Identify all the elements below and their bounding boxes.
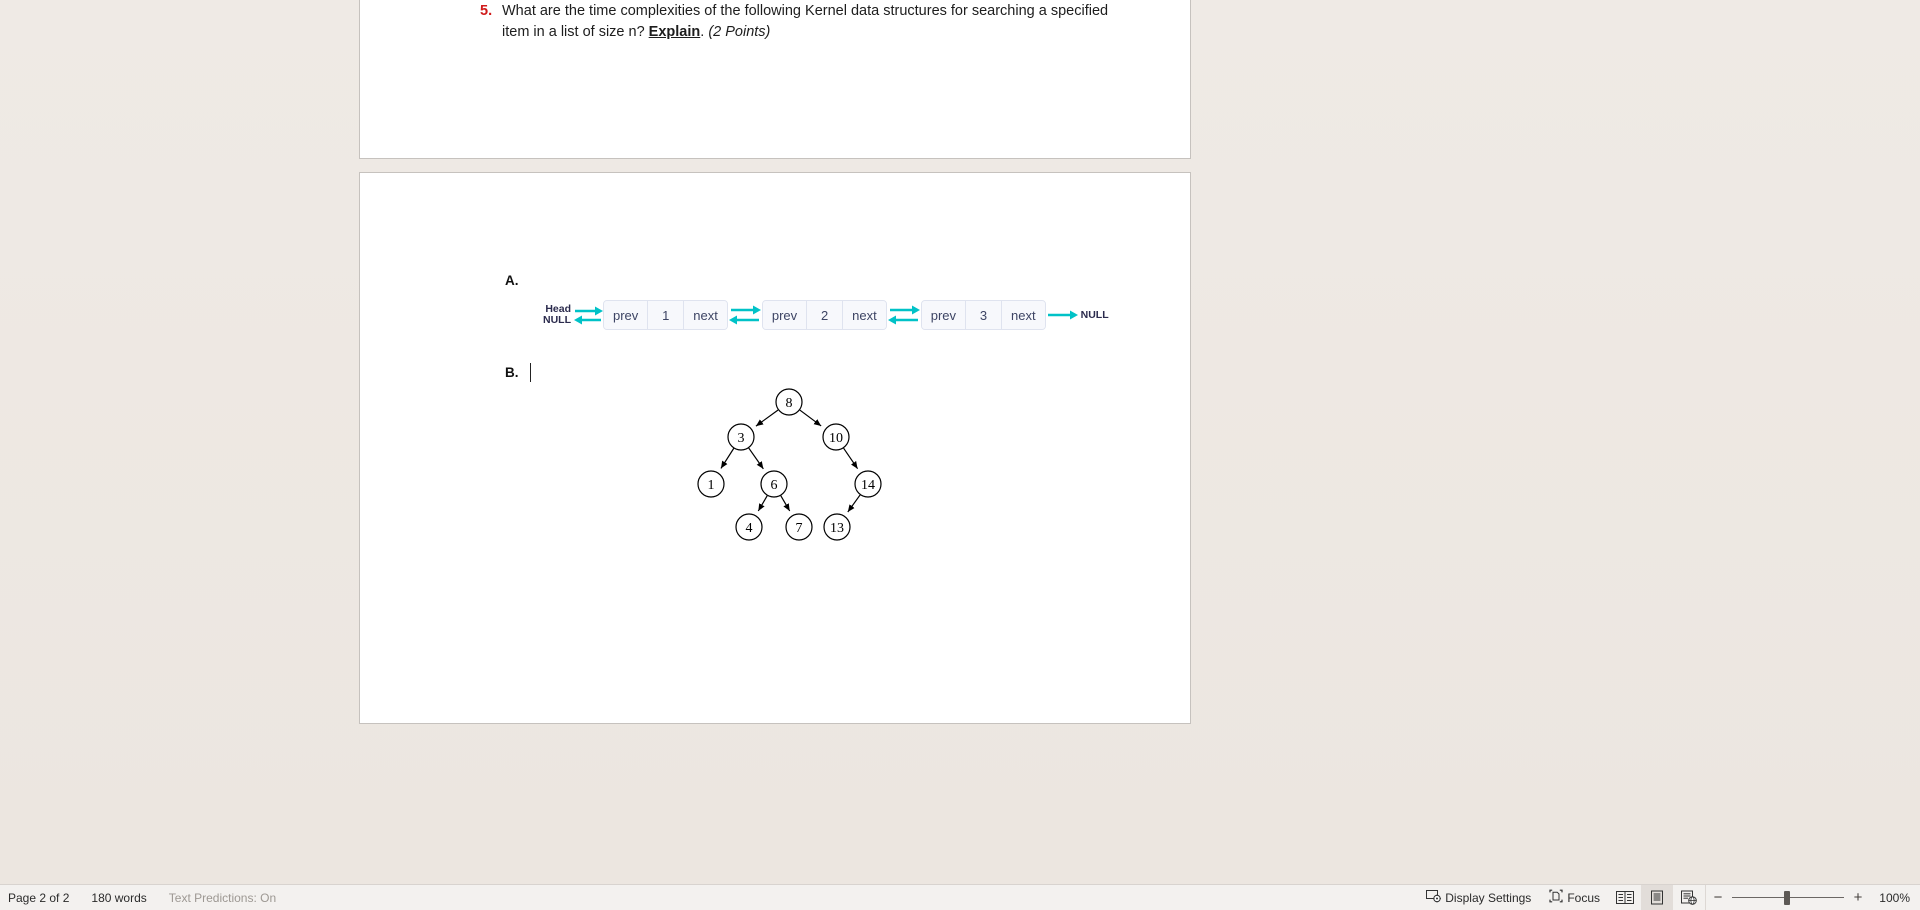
- tree-node-1: 1: [697, 470, 725, 498]
- part-a-label: A.: [505, 273, 519, 288]
- tree-node-label-14: 14: [861, 478, 875, 493]
- node-2-value: 2: [807, 301, 844, 329]
- status-bar-right: Display Settings Focus − + 100%: [1417, 884, 1920, 910]
- question-text: What are the time complexities of the fo…: [502, 1, 1120, 43]
- tree-edge-8-3: [755, 409, 779, 427]
- list-node-3: prev 3 next: [920, 300, 1046, 330]
- zoom-slider[interactable]: [1732, 890, 1844, 905]
- tree-edge-3-1: [720, 448, 735, 469]
- tail-arrow-icon: [1046, 300, 1080, 330]
- tree-node-label-8: 8: [786, 396, 793, 411]
- word-count[interactable]: 180 words: [91, 891, 146, 905]
- tree-edge-14-13: [847, 494, 861, 513]
- part-b-label: B.: [505, 365, 519, 380]
- tree-node-6: 6: [760, 470, 788, 498]
- tree-node-label-4: 4: [746, 521, 753, 536]
- list-node-2: prev 2 next: [761, 300, 887, 330]
- tree-node-4: 4: [735, 513, 763, 541]
- display-settings-button[interactable]: Display Settings: [1417, 885, 1540, 910]
- tree-node-label-6: 6: [771, 478, 778, 493]
- question-line-2-pre: item in a list of size n?: [502, 24, 649, 40]
- doubly-linked-list-diagram: Head NULL prev 1 next prev 2 next prev 3…: [543, 299, 1109, 331]
- node-3-value: 3: [966, 301, 1003, 329]
- tree-edge-6-4: [757, 495, 768, 512]
- linked-list-head-label: Head NULL: [543, 303, 571, 327]
- link-arrows-2-3-icon: [887, 300, 921, 330]
- read-mode-icon: [1616, 891, 1634, 904]
- binary-tree-svg: 8 3 10 1 6 14 4 7 13: [697, 388, 882, 541]
- page-indicator[interactable]: Page 2 of 2: [8, 891, 69, 905]
- text-cursor: [530, 363, 531, 382]
- points-annotation: (2 Points): [708, 24, 771, 40]
- tree-node-3: 3: [727, 423, 755, 451]
- print-layout-icon: [1651, 890, 1663, 905]
- tree-edge-3-6: [748, 447, 764, 470]
- binary-search-tree-diagram: 8 3 10 1 6 14 4 7 13: [688, 381, 908, 551]
- status-bar-left: Page 2 of 2 180 words Text Predictions: …: [0, 891, 298, 905]
- node-3-next: next: [1002, 301, 1045, 329]
- node-2-next: next: [843, 301, 886, 329]
- display-settings-label: Display Settings: [1445, 890, 1532, 905]
- explain-emphasis: Explain: [648, 24, 701, 40]
- print-layout-button[interactable]: [1641, 884, 1673, 910]
- linked-list-tail-null: NULL: [1080, 309, 1109, 321]
- tree-edge-8-10: [799, 409, 822, 427]
- zoom-slider-thumb[interactable]: [1784, 890, 1790, 905]
- tree-node-8: 8: [775, 388, 803, 416]
- tree-node-7: 7: [785, 513, 813, 541]
- head-label-line-2: NULL: [543, 314, 571, 326]
- tree-node-13: 13: [823, 513, 851, 541]
- head-arrows-icon: [573, 300, 603, 330]
- tree-node-label-7: 7: [796, 521, 803, 536]
- document-canvas[interactable]: 5. What are the time complexities of the…: [0, 0, 1920, 884]
- web-layout-button[interactable]: [1673, 885, 1705, 910]
- question-5-block: 5. What are the time complexities of the…: [480, 1, 1120, 43]
- tree-node-10: 10: [822, 423, 850, 451]
- node-2-prev: prev: [762, 301, 808, 329]
- question-line-1: What are the time complexities of the fo…: [502, 3, 1109, 19]
- zoom-in-button[interactable]: +: [1852, 890, 1864, 905]
- focus-icon: [1549, 889, 1563, 906]
- text-predictions-status[interactable]: Text Predictions: On: [169, 891, 276, 905]
- tree-node-label-10: 10: [829, 431, 843, 446]
- zoom-out-button[interactable]: −: [1712, 890, 1724, 905]
- status-bar[interactable]: Page 2 of 2 180 words Text Predictions: …: [0, 884, 1920, 910]
- question-number: 5.: [480, 3, 493, 19]
- tree-node-14: 14: [854, 470, 882, 498]
- question-5-row: 5. What are the time complexities of the…: [480, 1, 1120, 43]
- zoom-level-label[interactable]: 100%: [1872, 891, 1910, 905]
- tree-edge-6-7: [780, 495, 791, 512]
- tree-edge-10-14: [843, 447, 859, 470]
- document-page-1[interactable]: 5. What are the time complexities of the…: [359, 0, 1191, 159]
- node-3-prev: prev: [921, 301, 967, 329]
- tree-node-label-1: 1: [708, 478, 715, 493]
- web-layout-icon: [1681, 890, 1697, 905]
- node-1-prev: prev: [604, 301, 649, 329]
- link-arrows-1-2-icon: [728, 300, 762, 330]
- display-settings-icon: [1426, 889, 1442, 906]
- node-1-next: next: [684, 301, 727, 329]
- list-node-1: prev 1 next: [603, 300, 728, 330]
- tree-node-label-13: 13: [830, 521, 844, 536]
- read-mode-button[interactable]: [1609, 885, 1641, 910]
- focus-label: Focus: [1567, 890, 1600, 905]
- tree-node-label-3: 3: [738, 431, 745, 446]
- zoom-controls[interactable]: − + 100%: [1706, 885, 1920, 910]
- focus-button[interactable]: Focus: [1540, 885, 1609, 910]
- node-1-value: 1: [648, 301, 685, 329]
